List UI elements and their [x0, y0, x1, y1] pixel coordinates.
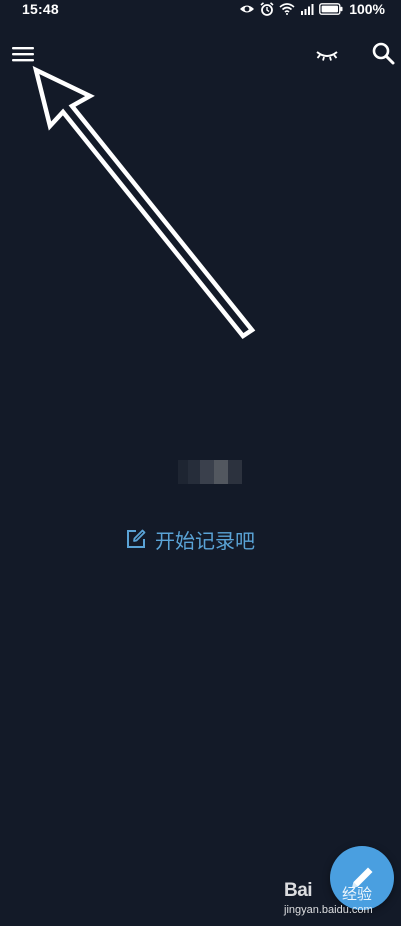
watermark-brand: Bai — [284, 880, 313, 901]
new-note-fab[interactable] — [330, 846, 394, 910]
battery-icon — [319, 3, 343, 15]
signal-icon — [300, 3, 314, 15]
blurred-placeholder — [178, 460, 242, 484]
hamburger-menu-icon — [12, 47, 34, 62]
app-screen: 15:48 100% 开始记录吧 Bai 经验 jingyan.baidu.co… — [0, 0, 401, 926]
closed-eye-icon — [316, 51, 338, 61]
search-button[interactable] — [370, 40, 396, 66]
start-recording-link[interactable]: 开始记录吧 — [125, 525, 255, 553]
alarm-icon — [260, 2, 274, 16]
search-icon — [372, 42, 395, 65]
status-time: 15:48 — [22, 1, 59, 17]
battery-percent: 100% — [349, 1, 385, 17]
edit-icon — [127, 529, 146, 548]
status-icons: 100% — [239, 1, 385, 17]
wifi-icon — [279, 3, 295, 15]
hide-content-button[interactable] — [312, 42, 342, 66]
pencil-icon — [352, 867, 373, 888]
menu-button[interactable] — [9, 40, 37, 68]
status-bar: 15:48 100% — [0, 0, 401, 18]
eye-icon — [239, 3, 255, 15]
start-recording-label: 开始记录吧 — [155, 528, 255, 553]
top-toolbar — [0, 34, 401, 74]
